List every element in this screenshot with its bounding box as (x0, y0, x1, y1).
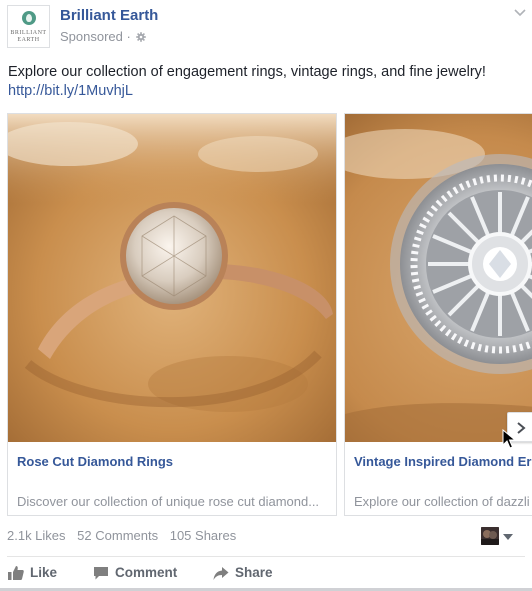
comment-label: Comment (115, 565, 178, 580)
carousel-card[interactable]: Vintage Inspired Diamond Er Explore our … (344, 113, 532, 516)
shares-count[interactable]: 105 Shares (170, 528, 237, 543)
card-headline[interactable]: Vintage Inspired Diamond Er (354, 454, 531, 469)
carousel: Rose Cut Diamond Rings Discover our coll… (0, 113, 532, 516)
avatar[interactable] (481, 527, 499, 545)
like-button[interactable]: Like (8, 563, 68, 585)
mouse-cursor-icon (502, 429, 516, 449)
divider (7, 556, 525, 557)
page-name-link[interactable]: Brilliant Earth (60, 7, 158, 24)
comment-button[interactable]: Comment (93, 563, 183, 585)
action-bar: Like Comment Share (0, 563, 532, 585)
chevron-down-icon[interactable] (513, 6, 527, 20)
sponsored-row: Sponsored · (60, 29, 147, 44)
share-arrow-icon (213, 567, 229, 580)
logo-wordmark-line2: EARTH (17, 37, 40, 43)
card-headline[interactable]: Rose Cut Diamond Rings (17, 454, 173, 469)
post-link[interactable]: http://bit.ly/1MuvhjL (8, 82, 528, 101)
card-image-rose-cut-ring[interactable] (8, 114, 336, 442)
gear-icon[interactable] (136, 32, 147, 42)
comments-count[interactable]: 52 Comments (77, 528, 158, 543)
caret-down-icon[interactable] (503, 534, 513, 540)
engagement-stats: 2.1k Likes 52 Comments 105 Shares (7, 528, 244, 543)
post-message-text: Explore our collection of engagement rin… (8, 64, 486, 80)
like-label: Like (30, 565, 58, 580)
post-message: Explore our collection of engagement rin… (8, 63, 528, 101)
logo-wordmark-line1: BRILLIANT (10, 30, 47, 36)
chevron-right-icon (517, 422, 526, 434)
sponsored-post: BRILLIANT EARTH Brilliant Earth Sponsore… (0, 0, 532, 591)
carousel-card[interactable]: Rose Cut Diamond Rings Discover our coll… (7, 113, 337, 516)
share-label: Share (235, 565, 273, 580)
page-logo[interactable]: BRILLIANT EARTH (7, 5, 50, 48)
comment-icon (94, 567, 108, 580)
card-description: Discover our collection of unique rose c… (17, 494, 320, 509)
gem-icon (22, 11, 36, 25)
sponsored-label[interactable]: Sponsored (60, 29, 123, 44)
card-image-vintage-ring[interactable] (345, 114, 532, 442)
share-button[interactable]: Share (213, 563, 283, 585)
likes-count[interactable]: 2.1k Likes (7, 528, 66, 543)
card-description: Explore our collection of dazzli (354, 494, 530, 509)
thumbs-up-icon (8, 566, 24, 580)
